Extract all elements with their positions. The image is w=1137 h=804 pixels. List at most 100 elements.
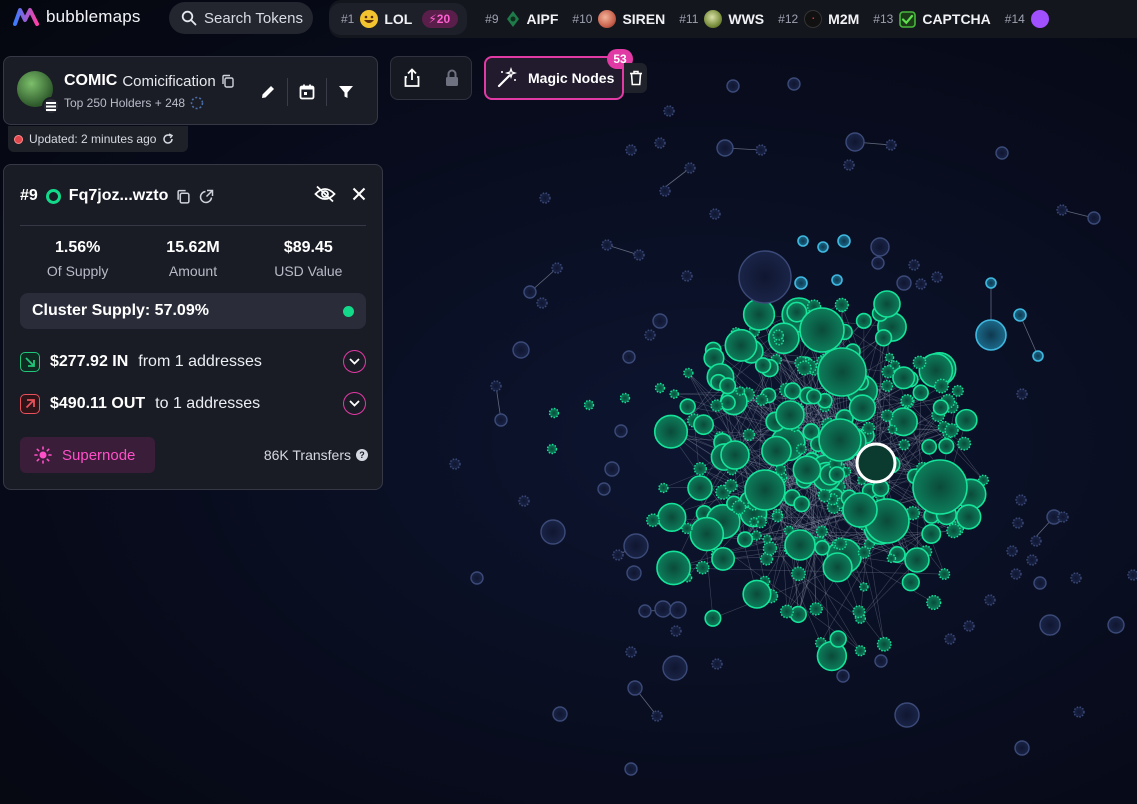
holder-node (876, 636, 892, 652)
ticker-item-m2m[interactable]: #12 ▪ M2M (778, 10, 859, 28)
holder-node (651, 710, 663, 722)
live-status-dot (14, 134, 23, 144)
magic-nodes-label: Magic Nodes (528, 70, 615, 86)
holder-node (791, 566, 806, 582)
holder-node (921, 438, 938, 455)
selected-node-highlight[interactable] (855, 442, 897, 484)
transfers-count: 86K Transfers ? (264, 447, 368, 463)
holder-node (848, 394, 877, 422)
holder-node (1014, 740, 1030, 756)
cluster-supply-row[interactable]: Cluster Supply: 57.09% (20, 293, 366, 329)
external-link-icon[interactable] (199, 189, 214, 204)
holder-node (898, 439, 910, 451)
refresh-icon[interactable] (162, 133, 174, 145)
holder-node (975, 319, 1007, 351)
holder-node (1015, 494, 1027, 506)
updated-text: Updated: 2 minutes ago (29, 132, 157, 146)
token-header-card: COMIC Comicification Top 250 Holders + 2… (3, 56, 378, 125)
calendar-icon (299, 84, 315, 100)
holder-node (831, 274, 843, 286)
share-icon[interactable] (403, 68, 421, 88)
holder-node (995, 146, 1009, 160)
copy-icon[interactable] (221, 74, 235, 88)
lock-icon[interactable] (444, 68, 460, 88)
holder-node (859, 582, 869, 592)
holder-node (449, 458, 461, 470)
holder-node (597, 482, 611, 496)
holder-node (843, 159, 855, 171)
outflow-detail: to 1 addresses (155, 395, 261, 412)
holder-node (1033, 576, 1047, 590)
chevron-down-icon[interactable] (343, 392, 366, 415)
outflow-row[interactable]: $490.11 OUT to 1 addresses (20, 391, 366, 417)
chevron-down-icon[interactable] (343, 350, 366, 373)
holder-node (654, 382, 666, 394)
search-icon (181, 10, 197, 26)
holder-node (687, 475, 713, 501)
hide-eye-icon[interactable] (314, 185, 336, 203)
trending-ticker: #1 LOL ⚡20 #9 AIPF #10 SIREN #11 WWS #12 (329, 0, 1137, 38)
holder-node (1087, 211, 1101, 225)
holder-node (874, 329, 893, 347)
holder-node (799, 307, 845, 353)
wallet-rank: #9 (20, 187, 38, 204)
copy-icon[interactable] (176, 189, 191, 204)
holder-node (552, 706, 568, 722)
ticker-item-14[interactable]: #14 (1005, 10, 1049, 28)
graph-tool-group (390, 56, 472, 100)
ticker-item-aipf[interactable]: #9 AIPF (485, 10, 558, 28)
delete-magic-nodes-button[interactable] (624, 63, 647, 93)
holder-node (1030, 535, 1042, 547)
holder-node (612, 549, 624, 561)
holder-node (726, 79, 740, 93)
holder-node (767, 322, 800, 355)
holder-node (836, 669, 850, 683)
inflow-row[interactable]: $277.92 IN from 1 addresses (20, 349, 366, 375)
brand-logo[interactable]: bubblemaps (13, 6, 141, 28)
holder-node (1070, 572, 1082, 584)
wallet-detail-card: #9 Fq7joz...wzto 1.56% Of Supply 15.62M … (3, 164, 383, 490)
holder-node (720, 440, 750, 470)
holder-node (652, 313, 668, 329)
holder-node (548, 407, 560, 419)
supernode-button[interactable]: Supernode (20, 437, 155, 473)
holder-node (901, 573, 920, 592)
inflow-amount: $277.92 IN (50, 353, 129, 370)
holder-node (657, 502, 687, 532)
holder-node (659, 185, 671, 197)
holder-node (523, 285, 537, 299)
ticker-item-siren[interactable]: #10 SIREN (572, 10, 665, 28)
holder-node (744, 469, 786, 511)
holder-node (1057, 511, 1069, 523)
holder-node (793, 495, 810, 513)
holder-node (938, 568, 951, 580)
graph-edge (673, 567, 945, 575)
holder-node (852, 605, 866, 619)
holder-node (963, 620, 975, 632)
holder-node (894, 702, 920, 728)
holder-node (762, 541, 778, 556)
holder-node (669, 601, 687, 619)
ticker-item-wws[interactable]: #11 WWS (679, 10, 764, 28)
holder-node (806, 388, 822, 405)
help-icon[interactable]: ? (356, 449, 368, 461)
magic-nodes-button[interactable]: Magic Nodes (484, 56, 624, 100)
ticker-symbol: LOL (384, 11, 413, 27)
stat-amount: 15.62M Amount (138, 239, 248, 279)
token-actions (249, 77, 365, 107)
ticker-item-lol[interactable]: #1 LOL ⚡20 (329, 3, 468, 35)
holder-node (719, 394, 736, 411)
holder-node (710, 399, 724, 412)
holder-node (921, 523, 942, 544)
edit-button[interactable] (249, 77, 287, 107)
close-icon[interactable] (352, 187, 366, 201)
search-tokens-button[interactable]: Search Tokens (169, 2, 313, 34)
holder-node (817, 488, 832, 503)
calendar-button[interactable] (288, 77, 326, 107)
holder-node (814, 540, 831, 556)
holder-node (724, 478, 738, 493)
filter-button[interactable] (327, 77, 365, 107)
token-symbol: COMIC (64, 72, 118, 89)
holder-node (470, 571, 484, 585)
ticker-item-captcha[interactable]: #13 CAPTCHA (873, 10, 991, 28)
